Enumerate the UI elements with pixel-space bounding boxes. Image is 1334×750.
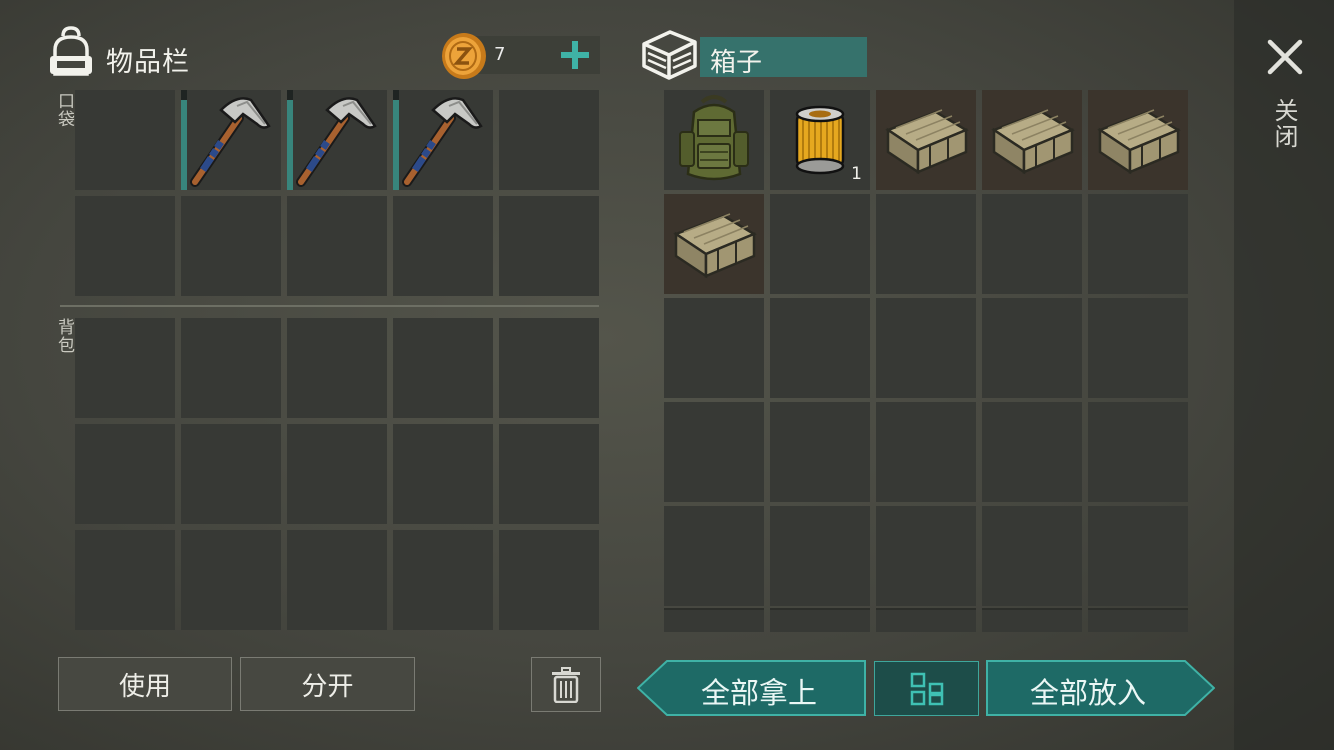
- close-label[interactable]: 关闭: [1270, 98, 1302, 150]
- container-slot[interactable]: [664, 402, 764, 502]
- backpack-slot[interactable]: [287, 530, 387, 630]
- item-quantity: 1: [851, 164, 862, 184]
- take-all-label: 全部拿上: [701, 676, 818, 710]
- container-slot[interactable]: [1088, 298, 1188, 398]
- container-slot-partial[interactable]: [876, 608, 976, 632]
- inventory-title: 物品栏: [106, 47, 190, 78]
- backpack-slot[interactable]: [393, 424, 493, 524]
- container-slot-crate[interactable]: [982, 90, 1082, 190]
- container-slot[interactable]: [876, 194, 976, 294]
- container-slot[interactable]: [876, 298, 976, 398]
- pickaxe-icon: [402, 97, 483, 187]
- container-slot[interactable]: [770, 194, 870, 294]
- container-slot[interactable]: [1088, 402, 1188, 502]
- container-slot[interactable]: [982, 194, 1082, 294]
- backpack-slot[interactable]: [181, 318, 281, 418]
- container-slot[interactable]: [1088, 506, 1188, 606]
- container-slot[interactable]: [664, 506, 764, 606]
- container-slot-crate[interactable]: [664, 194, 764, 294]
- container-slot[interactable]: [770, 506, 870, 606]
- box-icon: [642, 30, 697, 80]
- pocket-slot-2[interactable]: [181, 90, 281, 190]
- container-slot-crate[interactable]: [876, 90, 976, 190]
- coin-icon: [442, 33, 486, 79]
- pocket-slot-3[interactable]: [287, 90, 387, 190]
- backpack-item-icon: [679, 95, 749, 181]
- use-button[interactable]: 使用: [58, 657, 232, 711]
- container-slot[interactable]: [664, 298, 764, 398]
- container-slot-partial[interactable]: [982, 608, 1082, 632]
- container-slot[interactable]: [770, 298, 870, 398]
- plus-icon[interactable]: [556, 36, 594, 74]
- backpack-slot[interactable]: [499, 318, 599, 418]
- pocket-slot-6[interactable]: [75, 196, 175, 296]
- sort-button[interactable]: [874, 661, 979, 716]
- coin-count: 7: [494, 44, 506, 65]
- backpack-label: 背包: [54, 318, 74, 354]
- backpack-slot[interactable]: [75, 424, 175, 524]
- grid-icon: [910, 672, 943, 705]
- backpack-slot[interactable]: [75, 318, 175, 418]
- container-slot[interactable]: [876, 506, 976, 606]
- container-slot-partial[interactable]: [664, 608, 764, 632]
- pickaxe-icon: [296, 97, 377, 187]
- backpack-slot[interactable]: [181, 424, 281, 524]
- container-slot-partial[interactable]: [770, 608, 870, 632]
- container-slot[interactable]: [1088, 194, 1188, 294]
- backpack-slot[interactable]: [181, 530, 281, 630]
- crate-icon: [991, 109, 1075, 175]
- crate-icon: [1097, 109, 1181, 175]
- pocket-slot-4[interactable]: [393, 90, 493, 190]
- backpack-slot[interactable]: [393, 530, 493, 630]
- container-slot-filter[interactable]: 1: [770, 90, 870, 190]
- backpack-slot[interactable]: [75, 530, 175, 630]
- pocket-slot-1[interactable]: [75, 90, 175, 190]
- split-button[interactable]: 分开: [240, 657, 415, 711]
- trash-button[interactable]: [531, 657, 601, 712]
- container-slot[interactable]: [770, 402, 870, 502]
- put-all-button[interactable]: 全部放入: [986, 660, 1215, 716]
- pocket-slot-5[interactable]: [499, 90, 599, 190]
- container-slot[interactable]: [982, 402, 1082, 502]
- backpack-slot[interactable]: [499, 424, 599, 524]
- container-slot-crate[interactable]: [1088, 90, 1188, 190]
- container-slot[interactable]: [876, 402, 976, 502]
- pickaxe-icon: [190, 97, 271, 187]
- backpack-slot[interactable]: [287, 424, 387, 524]
- backpack-slot[interactable]: [393, 318, 493, 418]
- container-title: 箱子: [710, 48, 763, 78]
- pocket-slot-7[interactable]: [181, 196, 281, 296]
- container-slot[interactable]: [982, 298, 1082, 398]
- close-icon[interactable]: [1266, 38, 1304, 76]
- backpack-icon: [50, 26, 92, 76]
- container-slot[interactable]: [982, 506, 1082, 606]
- trash-icon: [552, 666, 580, 703]
- put-all-label: 全部放入: [1030, 676, 1147, 710]
- pocket-slot-8[interactable]: [287, 196, 387, 296]
- section-divider: [60, 305, 599, 307]
- take-all-button[interactable]: 全部拿上: [637, 660, 866, 716]
- container-slot-partial[interactable]: [1088, 608, 1188, 632]
- crate-icon: [885, 109, 969, 175]
- backpack-slot[interactable]: [287, 318, 387, 418]
- pocket-label: 口袋: [54, 92, 74, 128]
- backpack-slot[interactable]: [499, 530, 599, 630]
- container-slot-backpack[interactable]: [664, 90, 764, 190]
- pocket-slot-9[interactable]: [393, 196, 493, 296]
- crate-icon: [673, 213, 757, 279]
- pocket-slot-10[interactable]: [499, 196, 599, 296]
